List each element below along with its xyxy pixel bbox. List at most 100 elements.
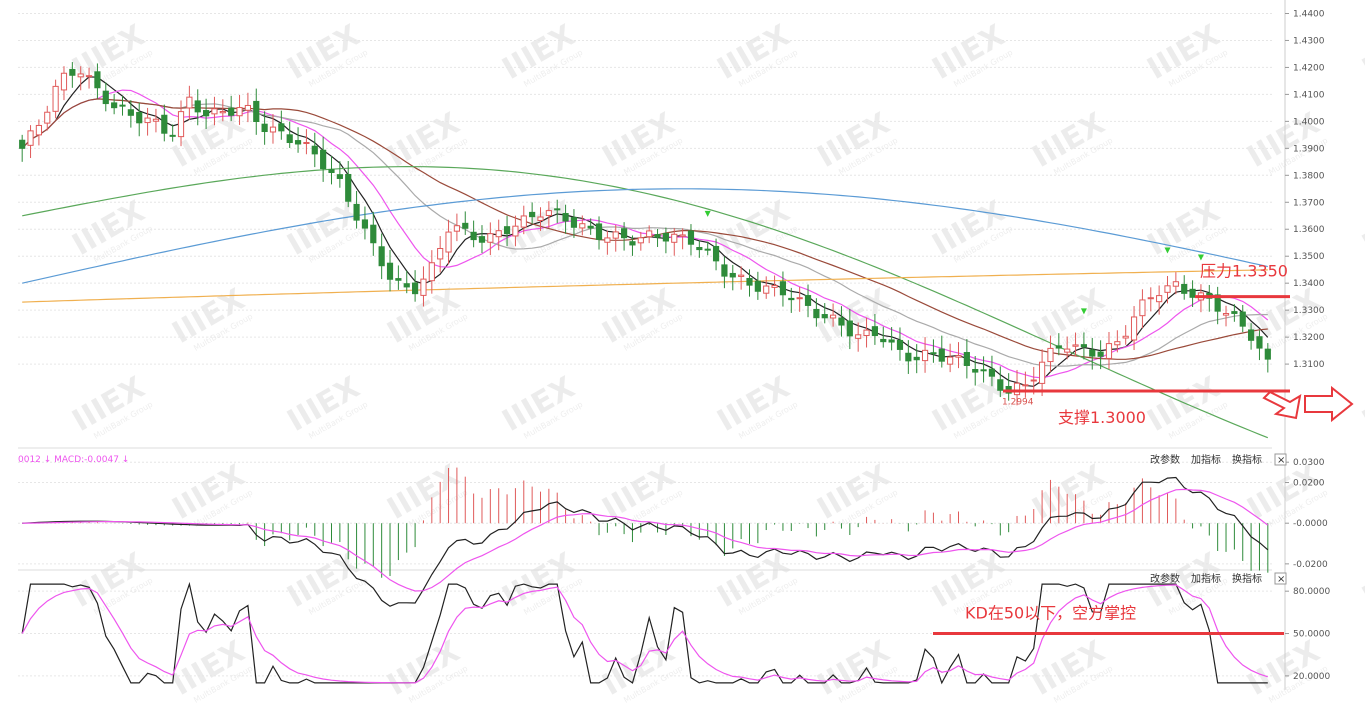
candle-up <box>637 237 644 244</box>
candle-down <box>294 140 302 145</box>
watermark: IIIEXMultiBank Group <box>382 634 470 705</box>
candle-down <box>587 225 594 229</box>
candle-down <box>813 308 820 319</box>
add-indicator-button[interactable]: 加指标 <box>1191 572 1221 585</box>
macd-toolbar[interactable]: 改参数 加指标 换指标 × <box>1150 453 1287 466</box>
candle-up <box>420 278 427 296</box>
axis-tick-label: 80.0000 <box>1293 587 1330 597</box>
candle-down <box>779 281 787 296</box>
candle-up <box>1030 379 1037 382</box>
watermark: IIIEXMultiBank Group <box>67 18 155 89</box>
candle-down <box>136 111 143 124</box>
macd-legend: 0012 ↓ MACD:-0.0047 ↓ <box>18 455 129 465</box>
change-param-button[interactable]: 改参数 <box>1150 572 1180 585</box>
switch-indicator-button[interactable]: 换指标 <box>1232 572 1262 585</box>
candle-up <box>44 111 51 124</box>
candle-down <box>913 356 920 361</box>
candle-down <box>1181 283 1188 294</box>
candle-down <box>746 277 753 286</box>
candle-down <box>896 339 904 350</box>
watermark: IIIEXMultiBank Group <box>167 458 255 529</box>
candle-down <box>595 223 603 240</box>
candle-up <box>671 233 678 243</box>
candle-down <box>127 109 134 116</box>
candle-up <box>1022 384 1029 387</box>
axis-tick-label: 20.0000 <box>1293 672 1330 682</box>
candle-up <box>921 349 929 362</box>
min-price-label: 1.2994 <box>1002 398 1034 408</box>
candle-up <box>955 355 962 358</box>
candle-up <box>437 247 444 260</box>
candle-down <box>311 145 318 155</box>
candle-down <box>930 352 937 355</box>
candle-down <box>1256 336 1263 349</box>
candle-down <box>754 280 761 292</box>
candle-down <box>336 174 343 179</box>
switch-indicator-button[interactable]: 换指标 <box>1232 453 1262 466</box>
candle-down <box>69 68 76 76</box>
down-right-arrow-icon <box>1262 390 1302 420</box>
axis-tick-label: 0.0200 <box>1293 479 1325 489</box>
candle-down <box>529 211 536 218</box>
candle-down <box>1248 329 1255 341</box>
candle-down <box>19 139 26 149</box>
candle-down <box>963 352 970 366</box>
candle-down <box>1055 345 1062 349</box>
candle-up <box>35 124 42 136</box>
axis-tick-label: 1.3800 <box>1293 171 1325 181</box>
watermark: IIIEXMultiBank Group <box>67 194 155 265</box>
candle-up <box>52 85 59 112</box>
axis-tick-label: 1.3600 <box>1293 225 1325 235</box>
close-icon: × <box>1277 455 1285 466</box>
candle-up <box>947 356 954 365</box>
candle-down <box>621 228 628 239</box>
candle-down <box>980 369 987 372</box>
candle-down <box>203 110 210 117</box>
candle-down <box>905 352 912 362</box>
candle-down <box>345 173 352 202</box>
axis-tick-label: -0.0000 <box>1293 519 1328 529</box>
watermark: IIIEXMultiBank Group <box>1142 194 1230 265</box>
candle-down <box>804 295 812 306</box>
watermark: IIIEXMultiBank Group <box>712 18 800 89</box>
candle-down <box>102 90 109 105</box>
candle-down <box>1089 349 1096 357</box>
candle-down <box>161 114 168 134</box>
candle-up <box>303 141 310 144</box>
candle-down <box>654 234 661 238</box>
watermark: IIIEXMultiBank Group <box>597 458 685 529</box>
kd-toolbar[interactable]: 改参数 加指标 换指标 × <box>1150 572 1287 585</box>
candle-down <box>562 213 569 222</box>
candle-up <box>186 96 193 109</box>
candle-up <box>445 231 452 253</box>
candle-up <box>612 231 619 239</box>
candle-up <box>144 117 151 124</box>
watermark: IIIEXMultiBank Group <box>1357 546 1365 615</box>
add-indicator-button[interactable]: 加指标 <box>1191 453 1221 466</box>
candle-up <box>244 104 251 111</box>
candle-down <box>662 232 669 242</box>
candle-down <box>169 134 176 137</box>
candle-up <box>85 75 93 78</box>
watermark: IIIEXMultiBank Group <box>67 370 155 441</box>
candle-down <box>503 226 511 235</box>
candle-up <box>796 297 803 300</box>
candle-down <box>228 107 235 116</box>
axis-tick-label: -0.0200 <box>1293 560 1328 570</box>
candle-up <box>269 126 277 133</box>
watermark: IIIEXMultiBank Group <box>1027 282 1115 353</box>
candle-up <box>27 130 34 146</box>
candle-up <box>152 118 160 122</box>
candle-up <box>863 329 870 337</box>
candle-down <box>370 224 377 244</box>
ma120-line <box>22 188 1268 284</box>
change-param-button[interactable]: 改参数 <box>1150 453 1180 466</box>
watermark: IIIEXMultiBank Group <box>1357 370 1365 439</box>
candle-down <box>880 338 887 343</box>
candle-up <box>60 72 68 91</box>
watermark: IIIEXMultiBank Group <box>1142 18 1230 89</box>
axis-tick-label: 1.3200 <box>1293 333 1325 343</box>
candle-down <box>253 100 260 123</box>
watermark: IIIEXMultiBank Group <box>497 546 585 617</box>
watermark: IIIEXMultiBank Group <box>67 546 155 617</box>
